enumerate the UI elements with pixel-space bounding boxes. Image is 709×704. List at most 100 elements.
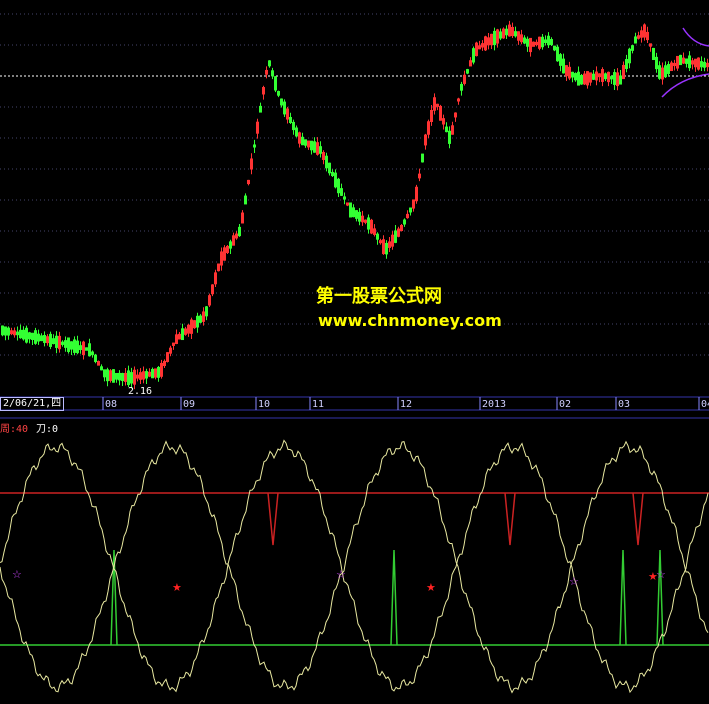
- red-spike: [267, 492, 279, 546]
- candle-body: [313, 141, 316, 153]
- candle-body: [355, 210, 358, 219]
- candle-body: [349, 202, 352, 218]
- candle-body: [358, 211, 361, 222]
- candle-body: [472, 48, 475, 63]
- candle-body: [127, 370, 130, 386]
- axis-tick-label: 2013: [482, 399, 507, 410]
- candle-body: [421, 153, 424, 163]
- candlestick-series: [1, 20, 709, 390]
- candle-body: [31, 332, 34, 341]
- candle-body: [685, 58, 688, 64]
- star-marker: ☆: [569, 575, 579, 588]
- candle-body: [295, 127, 298, 137]
- candle-body: [613, 72, 616, 85]
- candle-body: [574, 73, 577, 81]
- candle-body: [121, 373, 124, 382]
- candle-body: [16, 331, 19, 336]
- candle-body: [37, 333, 40, 342]
- star-marker: ☆: [12, 568, 22, 581]
- candle-body: [325, 155, 328, 169]
- candle-body: [499, 31, 502, 39]
- candle-body: [700, 61, 703, 68]
- candle-body: [592, 73, 595, 80]
- candle-body: [688, 55, 691, 69]
- candle-body: [304, 139, 307, 146]
- axis-tick-label: 04: [701, 399, 709, 410]
- candle-body: [409, 207, 412, 213]
- candle-body: [319, 146, 322, 154]
- candle-body: [40, 335, 43, 342]
- candle-body: [301, 136, 304, 146]
- candle-body: [448, 130, 451, 144]
- red-spike: [632, 492, 644, 546]
- candle-body: [604, 73, 607, 80]
- candle-body: [19, 329, 22, 339]
- candle-body: [25, 327, 28, 343]
- axis-tick-label: 02: [559, 399, 572, 410]
- axis-tick-label: 11: [312, 399, 325, 410]
- candle-body: [703, 61, 706, 68]
- candle-body: [76, 340, 79, 354]
- candle-body: [340, 188, 343, 196]
- green-spike: [390, 549, 398, 646]
- red-spike: [504, 492, 516, 546]
- candle-body: [181, 328, 184, 341]
- candle-body: [88, 343, 91, 357]
- candle-body: [205, 306, 208, 317]
- candle-body: [679, 54, 682, 66]
- candle-body: [328, 162, 331, 174]
- candle-body: [628, 48, 631, 64]
- candle-body: [577, 71, 580, 86]
- candle-body: [571, 71, 574, 78]
- candle-body: [112, 369, 115, 383]
- candle-body: [292, 121, 295, 131]
- candle-body: [280, 98, 283, 106]
- candle-body: [283, 101, 286, 115]
- candle-body: [559, 54, 562, 66]
- candle-body: [664, 65, 667, 78]
- candle-body: [553, 45, 556, 51]
- candle-body: [238, 226, 241, 237]
- candle-body: [94, 354, 97, 362]
- watermark-title: 第一股票公式网: [316, 286, 442, 307]
- axis-tick-label: 03: [618, 399, 631, 410]
- candle-body: [67, 337, 70, 352]
- candle-body: [352, 207, 355, 218]
- candle-body: [526, 38, 529, 47]
- candle-body: [199, 315, 202, 323]
- candle-body: [445, 126, 448, 133]
- candle-body: [4, 326, 7, 336]
- candle-body: [514, 31, 517, 37]
- star-marker: ☆: [336, 568, 346, 581]
- candle-body: [61, 341, 64, 345]
- candle-body: [73, 339, 76, 353]
- candle-body: [70, 341, 73, 350]
- candle-body: [556, 46, 559, 62]
- candle-body: [334, 172, 337, 188]
- candle-body: [34, 330, 37, 344]
- candle-body: [268, 60, 271, 67]
- candle-body: [7, 327, 10, 336]
- candle-body: [79, 345, 82, 351]
- candle-body: [64, 340, 67, 348]
- candle-body: [52, 338, 55, 345]
- candle-body: [289, 116, 292, 124]
- candle-body: [91, 351, 94, 356]
- ma-line-lower: [661, 73, 709, 98]
- star-marker: ★: [426, 581, 436, 594]
- candle-body: [274, 76, 277, 91]
- candle-body: [466, 69, 469, 74]
- candle-body: [562, 58, 565, 74]
- candle-body: [394, 230, 397, 243]
- chart-svg: ☆★☆★ ☆ ★☆ 2.16: [0, 13, 709, 694]
- candle-body: [385, 242, 388, 255]
- candle-body: [157, 366, 160, 378]
- candle-body: [523, 37, 526, 44]
- candle-body: [337, 178, 340, 194]
- candle-body: [505, 28, 508, 36]
- candle-body: [106, 369, 109, 382]
- candle-body: [343, 196, 346, 200]
- candle-body: [403, 219, 406, 225]
- candle-body: [151, 368, 154, 379]
- candle-body: [658, 65, 661, 79]
